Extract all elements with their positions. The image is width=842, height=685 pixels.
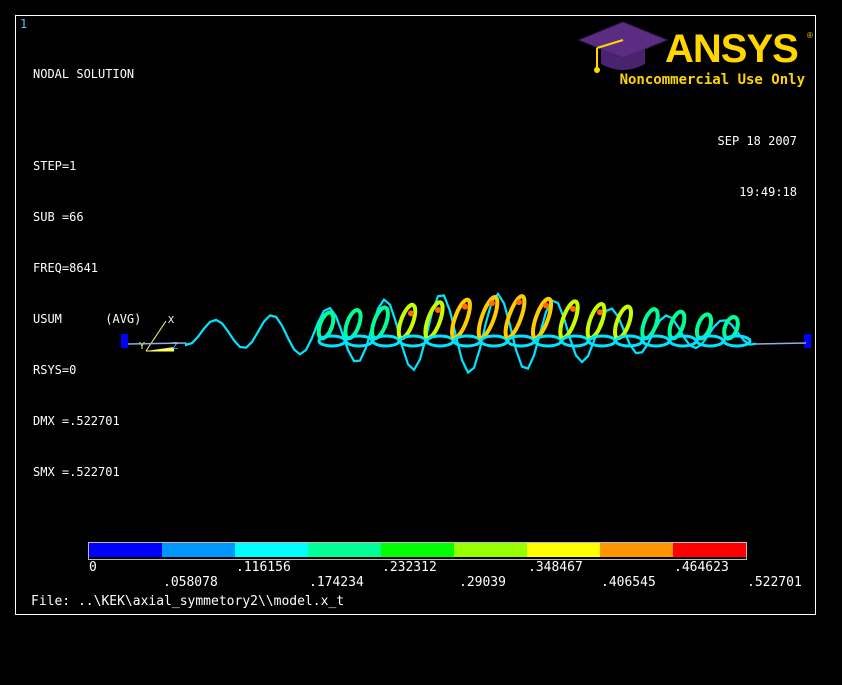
legend-tick-bottom: .406545 bbox=[601, 575, 656, 590]
info-dmx: DMX =.522701 bbox=[33, 414, 120, 428]
legend-tick-bottom: .29039 bbox=[459, 575, 506, 590]
ansys-logo-text: ANSYS bbox=[665, 27, 798, 71]
legend-swatch bbox=[162, 543, 235, 557]
legend-swatch bbox=[600, 543, 673, 557]
time-label: 19:49:18 bbox=[739, 185, 797, 199]
noncommercial-notice: Noncommercial Use Only bbox=[619, 72, 805, 88]
window-number: 1 bbox=[20, 17, 28, 31]
graduation-cap-icon bbox=[577, 21, 669, 73]
legend-tick-bottom: .174234 bbox=[309, 575, 364, 590]
legend-tick-top: 0 bbox=[89, 560, 97, 575]
legend-tick-bottom: .058078 bbox=[163, 575, 218, 590]
legend-swatch bbox=[89, 543, 162, 557]
legend-swatch bbox=[454, 543, 527, 557]
legend-tick-top: .464623 bbox=[674, 560, 729, 575]
graphics-window: 1 NODAL SOLUTION STEP=1 SUB =66 FREQ=864… bbox=[15, 15, 816, 615]
svg-text:®: ® bbox=[807, 31, 813, 40]
legend-swatch bbox=[308, 543, 381, 557]
legend-swatch bbox=[235, 543, 308, 557]
legend-swatch bbox=[381, 543, 454, 557]
legend-tick-bottom: .522701 bbox=[747, 575, 802, 590]
info-sub: SUB =66 bbox=[33, 210, 84, 224]
datetime: SEP 18 2007 19:49:18 bbox=[718, 99, 797, 235]
legend-swatch bbox=[527, 543, 600, 557]
legend-tick-top: .232312 bbox=[382, 560, 437, 575]
info-smx: SMX =.522701 bbox=[33, 465, 120, 479]
info-step: STEP=1 bbox=[33, 159, 77, 173]
legend-swatch bbox=[673, 543, 746, 557]
legend-tick-top: .116156 bbox=[236, 560, 291, 575]
file-path: File: ..\KEK\axial_symmetory2\\model.x_t bbox=[31, 594, 345, 609]
date-label: SEP 18 2007 bbox=[717, 134, 797, 148]
deformed-model-plot bbox=[121, 292, 811, 375]
info-title: NODAL SOLUTION bbox=[33, 67, 135, 81]
contour-legend-bar bbox=[88, 542, 747, 560]
legend-tick-top: .348467 bbox=[528, 560, 583, 575]
